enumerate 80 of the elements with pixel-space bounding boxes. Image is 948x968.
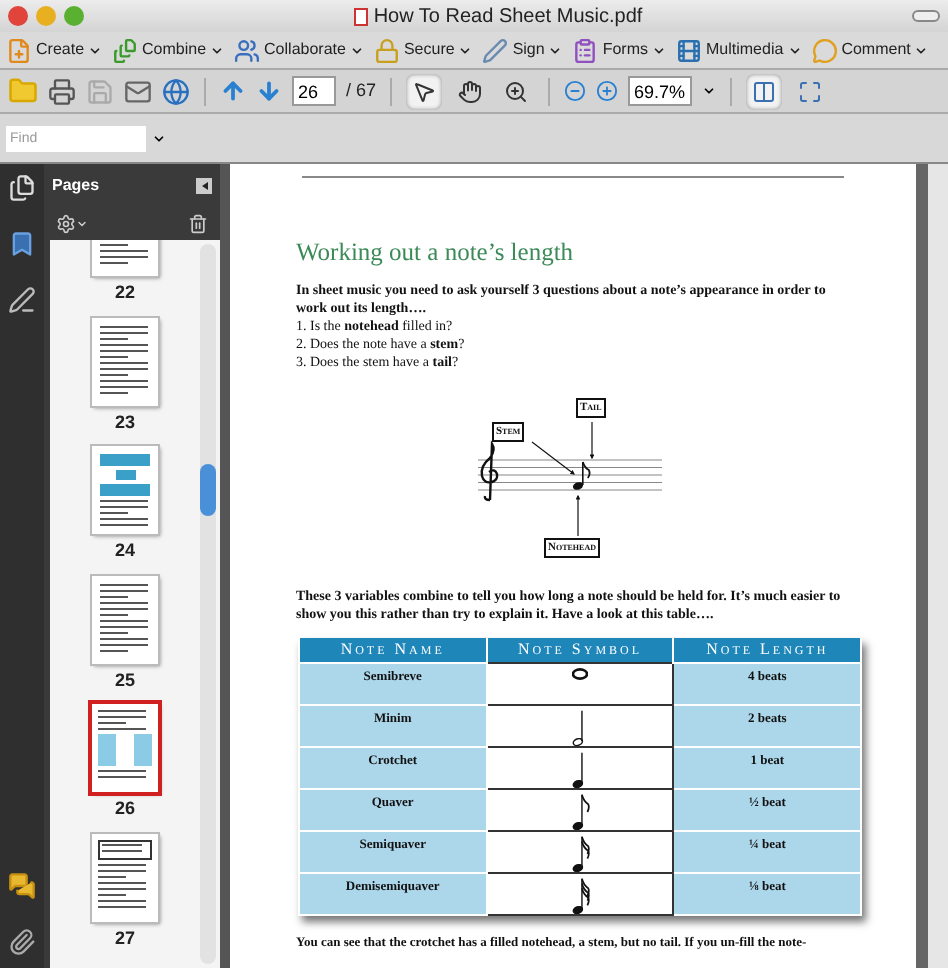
- globe-icon[interactable]: [162, 77, 190, 105]
- section-heading: Working out a note’s length: [296, 236, 576, 270]
- caret-icon[interactable]: [702, 84, 717, 98]
- page-thumbnail[interactable]: [92, 833, 158, 921]
- hand-icon: [458, 79, 483, 103]
- window-title: How To Read Sheet Music.pdf: [373, 3, 643, 31]
- pen-icon: [482, 37, 509, 63]
- fullscreen-icon: [798, 79, 823, 103]
- page-number-field[interactable]: 26: [292, 76, 336, 106]
- toolbar-button[interactable]: Multimedia: [676, 37, 802, 63]
- toolbar-toggle-icon[interactable]: [912, 10, 940, 22]
- trash-icon[interactable]: [188, 214, 208, 234]
- paperclip-icon[interactable]: [8, 928, 36, 956]
- people-icon: [234, 37, 261, 63]
- options-button[interactable]: [56, 214, 88, 234]
- file-plus-icon: [6, 37, 32, 63]
- caret-icon: [548, 43, 563, 57]
- column-header: Note Symbol: [486, 637, 674, 664]
- pdf-file-icon: [353, 7, 368, 25]
- page-count: / 67: [346, 77, 377, 104]
- collapse-button[interactable]: [196, 178, 212, 194]
- toolbar-button[interactable]: Sign: [482, 37, 563, 63]
- page-number: 25: [114, 667, 135, 693]
- eighth-note-icon: [571, 794, 590, 831]
- scrollbar[interactable]: [200, 244, 216, 964]
- page-thumbnail[interactable]: [92, 446, 158, 534]
- page-thumbnail[interactable]: [92, 704, 158, 792]
- next-page-icon[interactable]: [256, 78, 282, 104]
- page-thumbnail[interactable]: [92, 317, 158, 405]
- document-scrollbar[interactable]: [928, 164, 948, 968]
- speech-bubble-icon: [811, 37, 838, 63]
- zoom-field[interactable]: 69.7%: [628, 76, 693, 106]
- toolbar-button[interactable]: Combine: [112, 37, 225, 63]
- caret-icon: [787, 43, 802, 57]
- form-icon: [572, 37, 599, 63]
- page-thumbnail[interactable]: [92, 575, 158, 663]
- signature-icon[interactable]: [8, 286, 36, 314]
- previous-page-icon[interactable]: [220, 78, 246, 104]
- pages-icon[interactable]: [8, 174, 36, 202]
- close-icon[interactable]: [8, 6, 28, 26]
- caret-icon: [76, 218, 88, 230]
- toolbar-button[interactable]: Forms: [572, 37, 666, 63]
- zoom-out-icon[interactable]: [564, 80, 587, 102]
- page-number: 27: [114, 925, 135, 951]
- scroll-thumb[interactable]: [200, 464, 216, 516]
- whole-note-icon: [572, 668, 589, 681]
- panel-title: Pages: [52, 174, 100, 198]
- film-icon: [676, 37, 702, 63]
- caret-icon: [88, 43, 103, 57]
- column-header: Note Name: [299, 637, 487, 664]
- page-number: 24: [114, 538, 135, 564]
- triangle-icon: [201, 182, 207, 190]
- bookmark-icon[interactable]: [8, 230, 36, 258]
- caret-icon: [210, 43, 225, 57]
- toolbar-button[interactable]: Comment: [811, 37, 929, 63]
- select-tool[interactable]: [406, 73, 443, 109]
- mail-icon[interactable]: [124, 77, 152, 105]
- page-number: 23: [114, 409, 135, 435]
- caret-icon: [914, 43, 929, 57]
- fit-page-button[interactable]: [746, 73, 783, 109]
- toolbar-button[interactable]: Create: [6, 37, 103, 63]
- settings-icon: [56, 214, 76, 234]
- column-header: Note Length: [673, 637, 861, 664]
- caret-icon: [458, 43, 473, 57]
- caret-icon: [652, 43, 666, 57]
- caret-icon[interactable]: [152, 131, 166, 145]
- comments-icon[interactable]: [8, 872, 36, 900]
- sixteenth-note-icon: [571, 836, 590, 873]
- files-icon: [112, 37, 139, 63]
- caret-icon: [349, 43, 364, 57]
- thirty-second-note-icon: [571, 878, 590, 915]
- toolbar-button[interactable]: Collaborate: [234, 37, 364, 63]
- toolbar-button[interactable]: Secure: [373, 37, 473, 63]
- select-tool-icon: [412, 79, 437, 103]
- page-view-icon: [752, 79, 777, 103]
- zoom-in-icon[interactable]: [596, 80, 619, 102]
- lock-icon: [373, 37, 400, 63]
- page-number: 22: [114, 280, 135, 306]
- page-number: 26: [114, 796, 135, 822]
- print-icon[interactable]: [48, 77, 76, 105]
